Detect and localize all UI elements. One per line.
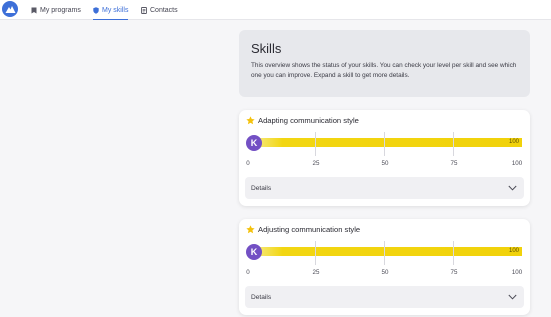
gridline bbox=[315, 132, 316, 156]
progress-value-label: 100 bbox=[508, 248, 519, 254]
skill-title: Adapting communication style bbox=[246, 116, 359, 125]
gridline bbox=[315, 241, 316, 265]
gridline bbox=[453, 132, 454, 156]
details-label: Details bbox=[251, 184, 272, 192]
skill-progress-bar: 100 K bbox=[246, 132, 524, 156]
tick-label: 25 bbox=[312, 269, 320, 276]
details-toggle[interactable]: Details bbox=[245, 286, 524, 308]
tick-label: 50 bbox=[381, 269, 389, 276]
details-toggle[interactable]: Details bbox=[245, 177, 524, 199]
tick-label: 75 bbox=[450, 269, 458, 276]
skill-card: Adjusting communication style 100 K 0 25… bbox=[239, 219, 530, 315]
bookmark-icon bbox=[31, 7, 37, 14]
skill-card: Adapting communication style 100 K 0 25 … bbox=[239, 110, 530, 206]
top-navigation-bar: My programs My skills Contacts bbox=[0, 0, 551, 20]
tick-label: 25 bbox=[312, 160, 320, 167]
progress-axis: 0 25 50 75 100 bbox=[246, 269, 524, 279]
mountain-logo-icon bbox=[5, 6, 15, 13]
page-title: Skills bbox=[251, 41, 282, 56]
skills-intro-panel: Skills This overview shows the status of… bbox=[239, 30, 530, 97]
intro-text: This overview shows the status of your s… bbox=[251, 62, 517, 79]
level-badge: K bbox=[246, 135, 262, 151]
chevron-down-icon bbox=[508, 294, 517, 300]
tick-label: 100 bbox=[511, 269, 523, 276]
shield-icon bbox=[93, 6, 99, 14]
level-badge: K bbox=[246, 244, 262, 260]
gridline bbox=[453, 241, 454, 265]
gridline bbox=[384, 132, 385, 156]
contacts-icon bbox=[141, 6, 147, 14]
tick-label: 0 bbox=[246, 160, 250, 167]
tick-label: 0 bbox=[246, 269, 250, 276]
tick-label: 75 bbox=[450, 160, 458, 167]
star-icon bbox=[246, 225, 255, 234]
skill-name: Adapting communication style bbox=[258, 116, 359, 125]
app-logo[interactable] bbox=[2, 1, 18, 17]
nav-contacts-label: Contacts bbox=[150, 6, 178, 14]
skill-progress-bar: 100 K bbox=[246, 241, 524, 265]
chevron-down-icon bbox=[508, 185, 517, 191]
nav-my-skills[interactable]: My skills bbox=[93, 0, 129, 20]
details-label: Details bbox=[251, 293, 272, 301]
nav-contacts[interactable]: Contacts bbox=[141, 0, 178, 20]
nav-my-programs-label: My programs bbox=[40, 6, 81, 14]
progress-fill bbox=[256, 138, 522, 147]
gridline bbox=[384, 241, 385, 265]
progress-fill bbox=[256, 247, 522, 256]
star-icon bbox=[246, 116, 255, 125]
tick-label: 100 bbox=[511, 160, 523, 167]
progress-value-label: 100 bbox=[508, 139, 519, 145]
progress-track: 100 bbox=[256, 138, 522, 147]
nav-my-skills-label: My skills bbox=[102, 6, 129, 14]
progress-track: 100 bbox=[256, 247, 522, 256]
progress-axis: 0 25 50 75 100 bbox=[246, 160, 524, 170]
tick-label: 50 bbox=[381, 160, 389, 167]
skill-name: Adjusting communication style bbox=[258, 225, 361, 234]
nav-my-programs[interactable]: My programs bbox=[31, 0, 81, 20]
skill-title: Adjusting communication style bbox=[246, 225, 360, 234]
